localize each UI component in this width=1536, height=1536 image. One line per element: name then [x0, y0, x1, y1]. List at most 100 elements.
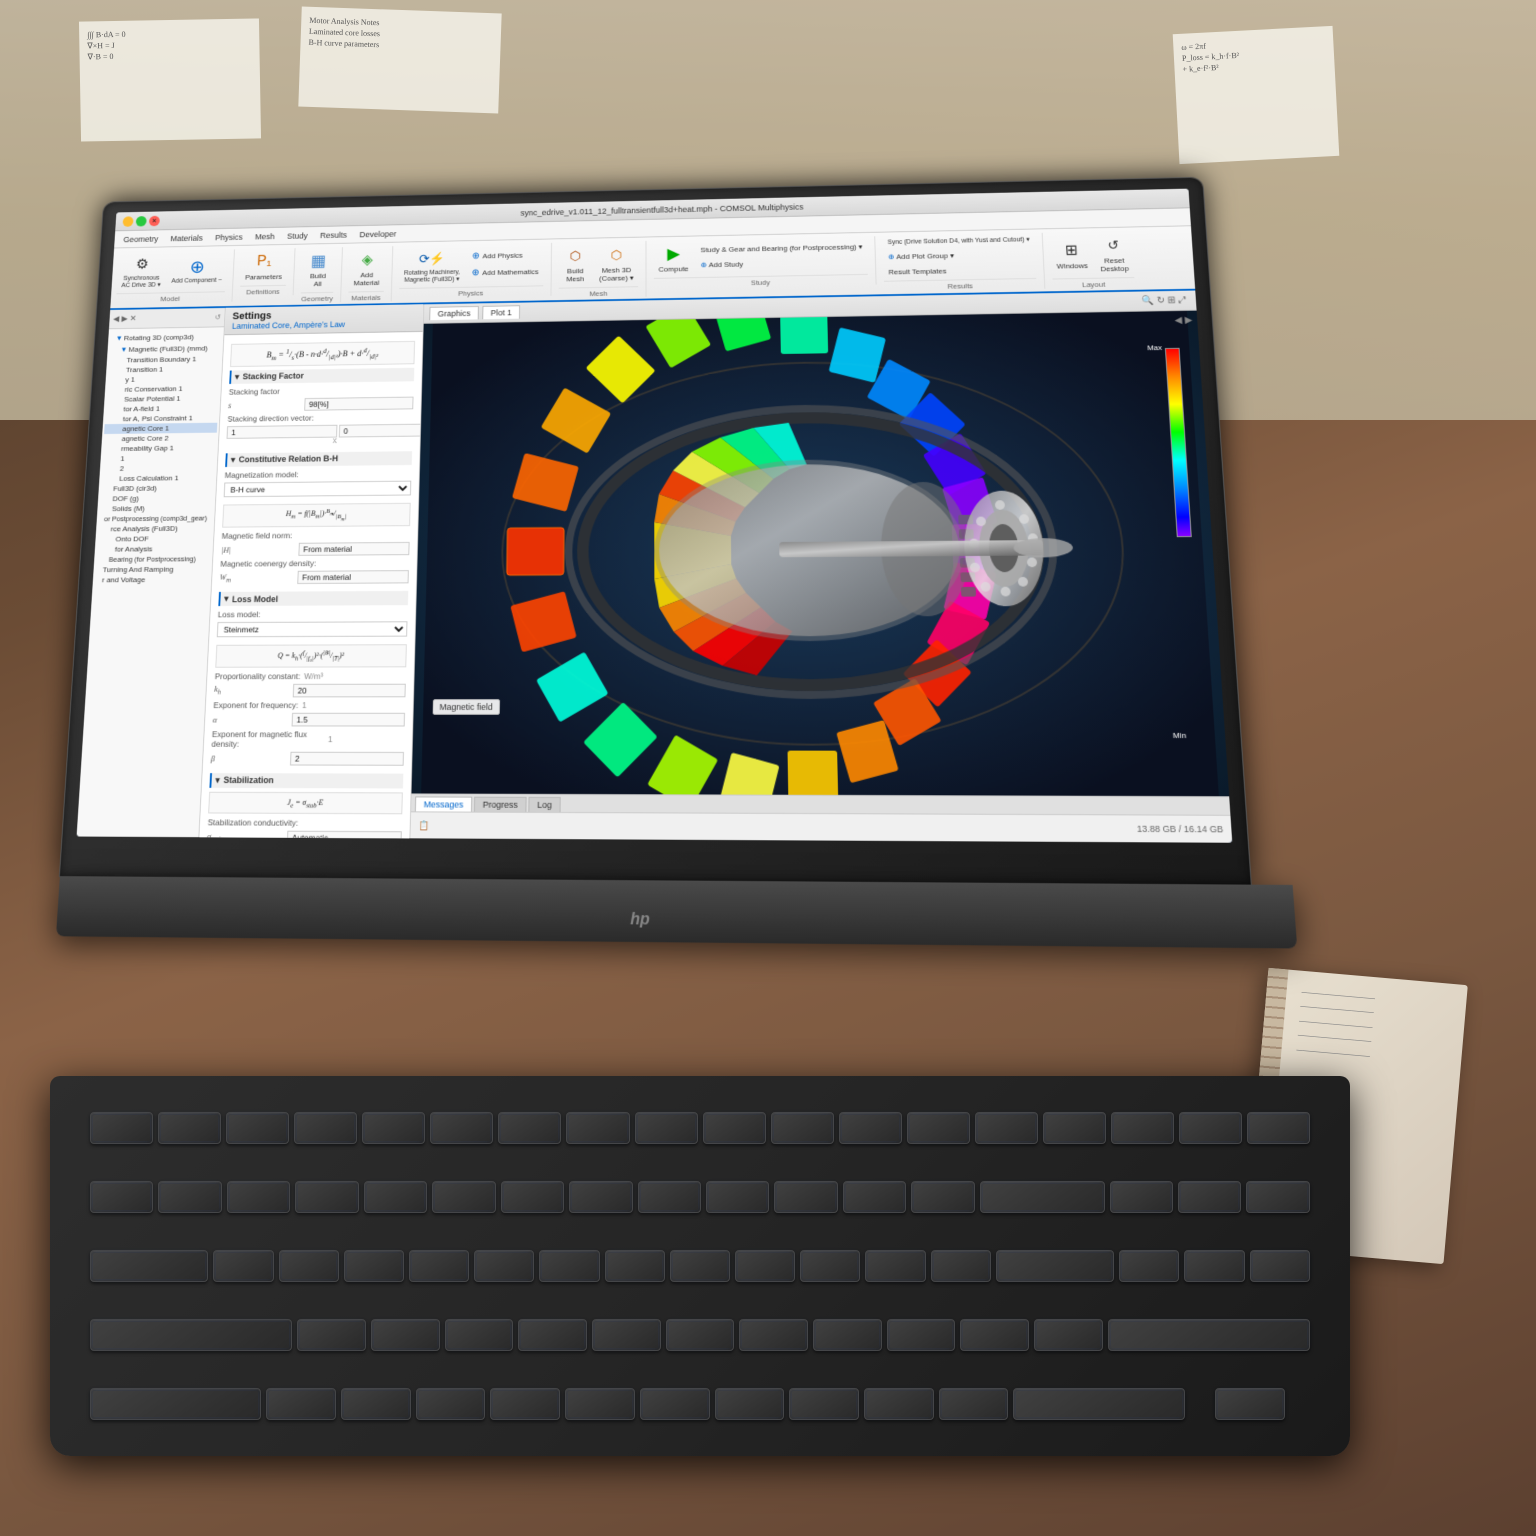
menu-results[interactable]: Results — [315, 228, 353, 241]
progress-tab[interactable]: Progress — [474, 797, 527, 812]
sync-solution-button[interactable]: Sync (Drive Solution D4, with Yust and C… — [883, 233, 1035, 249]
add-component-button[interactable]: ⊕ Add Component ~ — [168, 254, 227, 286]
alpha-input[interactable] — [292, 712, 405, 726]
x-input[interactable] — [227, 425, 338, 439]
stabilization-header[interactable]: ▾ Stabilization — [209, 773, 403, 788]
key-v[interactable] — [490, 1388, 560, 1420]
constitutive-header[interactable]: ▾ Constitutive Relation B-H — [225, 451, 412, 467]
windows-button[interactable]: ⊞ Windows — [1051, 236, 1094, 273]
synchronous-drive-button[interactable]: ⚙ SynchronousAC Drive 3D ▾ — [117, 251, 167, 292]
key-comma[interactable] — [789, 1388, 859, 1420]
key-4[interactable] — [364, 1181, 427, 1213]
key-f1[interactable] — [158, 1112, 221, 1144]
study-gear-button[interactable]: Study & Gear and Bearing (for Postproces… — [696, 240, 867, 257]
add-plot-group-button[interactable]: ⊕ Add Plot Group ▾ — [883, 247, 1035, 263]
key-capslock[interactable] — [90, 1319, 292, 1351]
menu-materials[interactable]: Materials — [165, 231, 209, 244]
key-tab[interactable] — [90, 1250, 208, 1282]
key-f2[interactable] — [226, 1112, 289, 1144]
add-physics-button[interactable]: ⊕ Add Physics — [467, 247, 543, 263]
key-3[interactable] — [295, 1181, 358, 1213]
key-enter[interactable] — [1108, 1319, 1310, 1351]
key-r[interactable] — [409, 1250, 469, 1282]
key-u[interactable] — [605, 1250, 665, 1282]
graphics-viewport[interactable]: Magnetic field Max Min ◀ ▶ — [411, 311, 1229, 797]
key-home[interactable] — [1178, 1181, 1241, 1213]
key-backslash[interactable] — [996, 1250, 1114, 1282]
key-c[interactable] — [416, 1388, 486, 1420]
menu-geometry[interactable]: Geometry — [118, 232, 164, 245]
key-period[interactable] — [864, 1388, 934, 1420]
tree-item-turning[interactable]: Turning And Ramping — [95, 564, 210, 575]
reset-desktop-button[interactable]: ↺ ResetDesktop — [1094, 231, 1134, 276]
key-8[interactable] — [638, 1181, 701, 1213]
key-k[interactable] — [813, 1319, 882, 1351]
stacking-s-input[interactable] — [304, 396, 413, 410]
menu-physics[interactable]: Physics — [210, 231, 249, 244]
key-del2[interactable] — [1119, 1250, 1179, 1282]
key-fn5[interactable] — [1247, 1112, 1310, 1144]
kh-input[interactable] — [293, 683, 406, 697]
key-fn2[interactable] — [1043, 1112, 1106, 1144]
key-end[interactable] — [1184, 1250, 1244, 1282]
key-fn4[interactable] — [1179, 1112, 1242, 1144]
key-f8[interactable] — [635, 1112, 698, 1144]
loss-model-select[interactable]: Steinmetz — [217, 622, 408, 638]
key-h[interactable] — [666, 1319, 735, 1351]
mesh-coarse-button[interactable]: ⬡ Mesh 3D(Coarse) ▾ — [595, 241, 639, 285]
key-lshift[interactable] — [90, 1388, 261, 1420]
tree-item-bearing[interactable]: Bearing (for Postprocessing) — [96, 554, 211, 565]
key-m[interactable] — [715, 1388, 785, 1420]
key-up[interactable] — [1215, 1388, 1285, 1420]
key-f4[interactable] — [362, 1112, 425, 1144]
result-templates-button[interactable]: Result Templates — [884, 263, 1037, 279]
key-f6[interactable] — [498, 1112, 561, 1144]
build-mesh-button[interactable]: ⬡ BuildMesh — [559, 242, 592, 286]
key-z[interactable] — [266, 1388, 336, 1420]
key-i[interactable] — [670, 1250, 730, 1282]
menu-study[interactable]: Study — [282, 229, 314, 242]
key-lbracket[interactable] — [865, 1250, 925, 1282]
close-button[interactable]: ✕ — [149, 215, 160, 226]
key-j[interactable] — [739, 1319, 808, 1351]
magnetization-select[interactable]: B-H curve — [224, 480, 412, 497]
beta-input[interactable] — [290, 751, 404, 765]
add-material-button[interactable]: ◈ AddMaterial — [349, 246, 385, 290]
key-p[interactable] — [800, 1250, 860, 1282]
key-f5[interactable] — [430, 1112, 493, 1144]
key-t[interactable] — [474, 1250, 534, 1282]
key-insert[interactable] — [1110, 1181, 1173, 1213]
key-g[interactable] — [592, 1319, 661, 1351]
compute-button[interactable]: ▶ Compute — [654, 240, 693, 276]
key-6[interactable] — [501, 1181, 564, 1213]
key-f7[interactable] — [566, 1112, 629, 1144]
key-pgup[interactable] — [1246, 1181, 1309, 1213]
rotating-machinery-button[interactable]: ⟳⚡ Rotating Machinery,Magnetic (Full3D) … — [399, 245, 465, 287]
key-l[interactable] — [887, 1319, 956, 1351]
stacking-header[interactable]: ▾ Stacking Factor — [229, 368, 414, 384]
messages-tab[interactable]: Messages — [415, 796, 472, 811]
build-all-button[interactable]: ▦ BuildAll — [301, 247, 335, 290]
key-e[interactable] — [344, 1250, 404, 1282]
tree-item-voltage[interactable]: r and Voltage — [94, 574, 209, 585]
parameters-button[interactable]: P₁ Parameters — [240, 248, 287, 284]
add-study-button[interactable]: ⊕ Add Study — [696, 255, 868, 272]
key-5[interactable] — [432, 1181, 495, 1213]
key-q[interactable] — [213, 1250, 273, 1282]
key-quote[interactable] — [1034, 1319, 1103, 1351]
key-s[interactable] — [371, 1319, 440, 1351]
maximize-button[interactable] — [136, 216, 147, 226]
key-f[interactable] — [518, 1319, 587, 1351]
plot1-tab[interactable]: Plot 1 — [482, 305, 520, 319]
key-a[interactable] — [297, 1319, 366, 1351]
key-1[interactable] — [158, 1181, 221, 1213]
minimize-button[interactable] — [123, 216, 134, 226]
key-f9[interactable] — [703, 1112, 766, 1144]
key-del[interactable] — [975, 1112, 1038, 1144]
key-semicolon[interactable] — [960, 1319, 1029, 1351]
key-w[interactable] — [279, 1250, 339, 1282]
key-esc[interactable] — [90, 1112, 153, 1144]
loss-header[interactable]: ▾ Loss Model — [218, 591, 408, 606]
y-input[interactable] — [339, 423, 424, 437]
key-0[interactable] — [774, 1181, 837, 1213]
